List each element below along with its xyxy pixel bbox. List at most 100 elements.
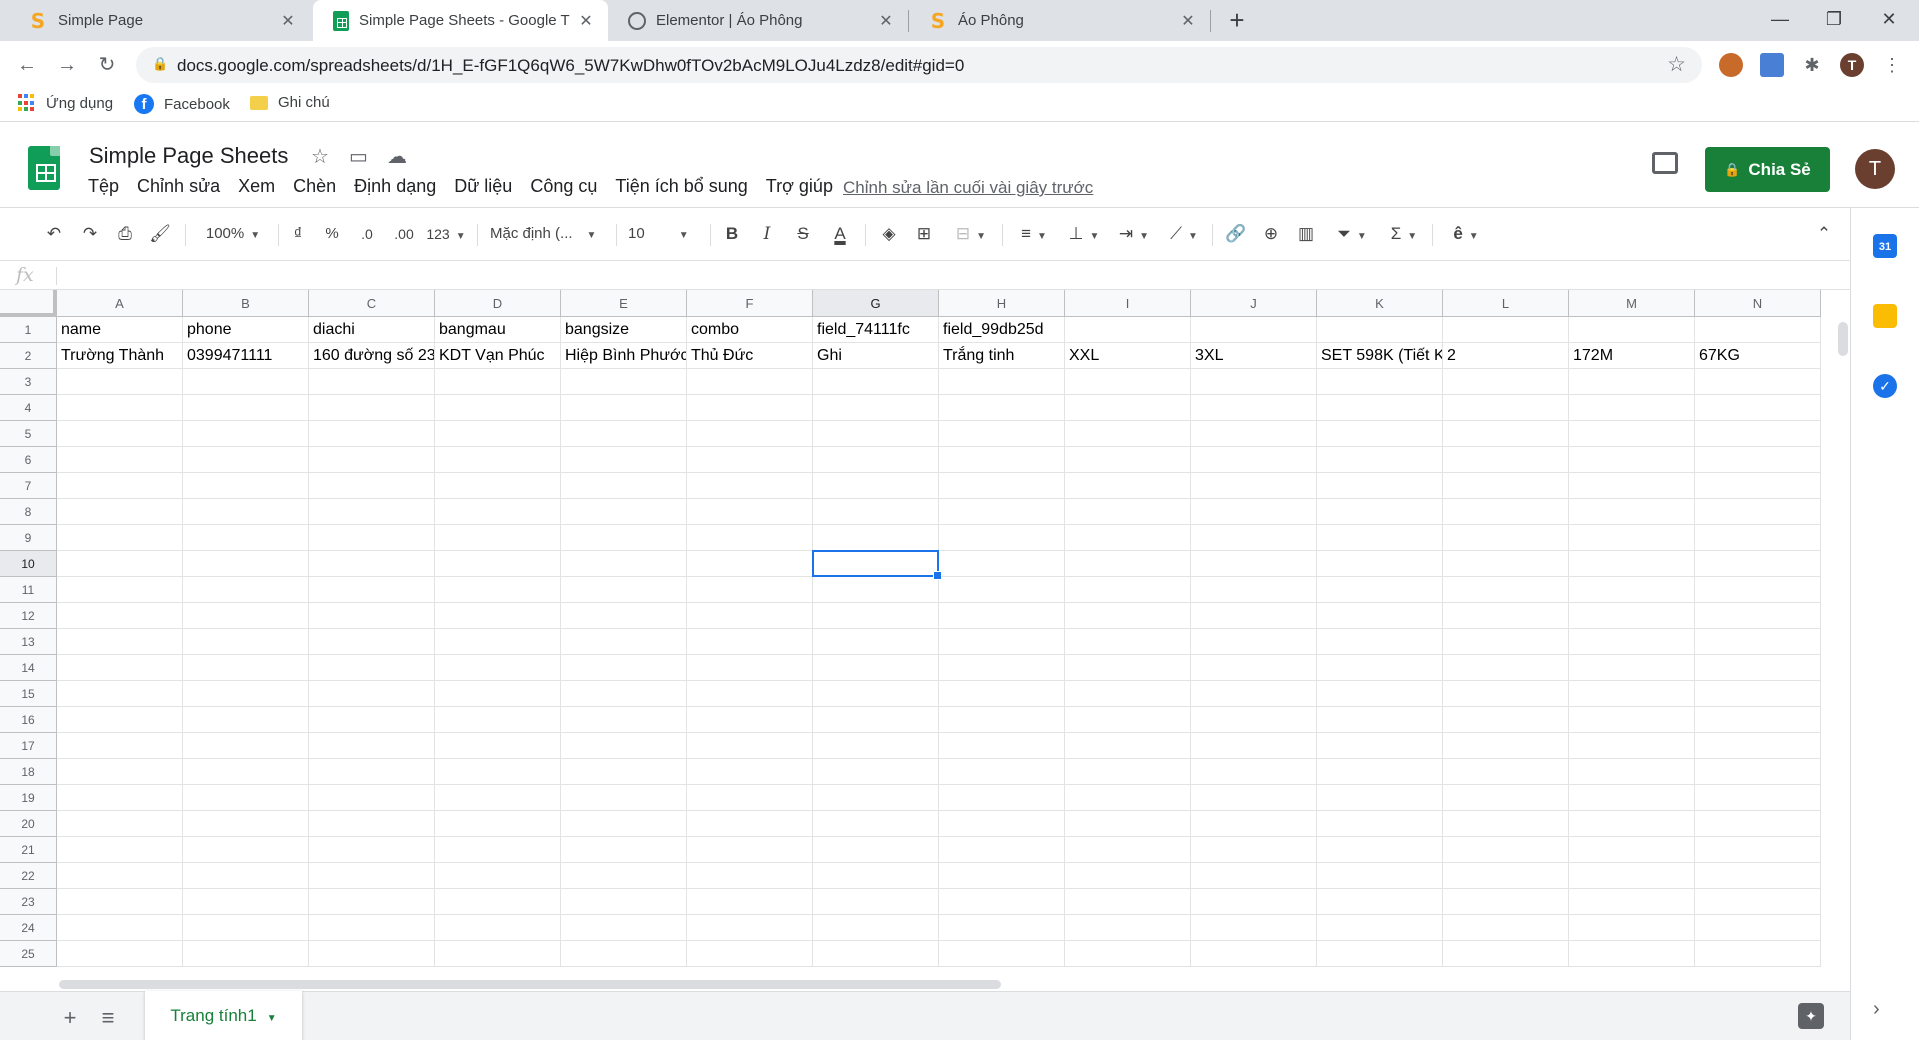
cell-f11[interactable]	[687, 577, 813, 603]
cell-g4[interactable]	[813, 395, 939, 421]
cell-f1[interactable]: combo	[687, 317, 813, 343]
cell-f16[interactable]	[687, 707, 813, 733]
row-header-22[interactable]: 22	[0, 863, 57, 889]
cell-d6[interactable]	[435, 447, 561, 473]
cell-b4[interactable]	[183, 395, 309, 421]
text-wrap-icon[interactable]: ⇥ ▼	[1114, 220, 1154, 248]
cell-b24[interactable]	[183, 915, 309, 941]
menu-file[interactable]: Tệp	[88, 176, 119, 197]
cell-a1[interactable]: name	[57, 317, 183, 343]
cell-l20[interactable]	[1443, 811, 1569, 837]
cell-l10[interactable]	[1443, 551, 1569, 577]
cell-c10[interactable]	[309, 551, 435, 577]
cell-a20[interactable]	[57, 811, 183, 837]
row-header-13[interactable]: 13	[0, 629, 57, 655]
cell-k24[interactable]	[1317, 915, 1443, 941]
cell-c7[interactable]	[309, 473, 435, 499]
column-header-b[interactable]: B	[183, 290, 309, 317]
bookmark-apps[interactable]: Ứng dụng	[18, 94, 113, 112]
more-formats-button[interactable]: 123 ▼	[424, 220, 468, 248]
cell-g2[interactable]: Ghi	[813, 343, 939, 369]
cell-e22[interactable]	[561, 863, 687, 889]
cell-n7[interactable]	[1695, 473, 1821, 499]
explore-icon[interactable]: ✦	[1798, 1003, 1824, 1029]
column-header-c[interactable]: C	[309, 290, 435, 317]
cell-c17[interactable]	[309, 733, 435, 759]
cell-g6[interactable]	[813, 447, 939, 473]
cell-c13[interactable]	[309, 629, 435, 655]
cell-g15[interactable]	[813, 681, 939, 707]
cell-a11[interactable]	[57, 577, 183, 603]
column-header-k[interactable]: K	[1317, 290, 1443, 317]
cell-h14[interactable]	[939, 655, 1065, 681]
cell-k20[interactable]	[1317, 811, 1443, 837]
menu-edit[interactable]: Chỉnh sửa	[137, 176, 220, 197]
cell-i21[interactable]	[1065, 837, 1191, 863]
cell-i7[interactable]	[1065, 473, 1191, 499]
share-button[interactable]: 🔒 Chia Sẻ	[1705, 147, 1830, 192]
cell-g20[interactable]	[813, 811, 939, 837]
cell-d24[interactable]	[435, 915, 561, 941]
cell-g12[interactable]	[813, 603, 939, 629]
print-icon[interactable]: ⎙	[113, 220, 137, 248]
cell-j7[interactable]	[1191, 473, 1317, 499]
browser-tab-simple-page[interactable]: S Simple Page ✕	[8, 0, 310, 41]
cell-k13[interactable]	[1317, 629, 1443, 655]
cell-m4[interactable]	[1569, 395, 1695, 421]
google-sheets-logo-icon[interactable]	[28, 146, 60, 190]
cell-b21[interactable]	[183, 837, 309, 863]
cell-i16[interactable]	[1065, 707, 1191, 733]
cell-k8[interactable]	[1317, 499, 1443, 525]
move-folder-icon[interactable]: ▭	[349, 144, 368, 169]
cell-a15[interactable]	[57, 681, 183, 707]
cell-l8[interactable]	[1443, 499, 1569, 525]
functions-button[interactable]: Σ ▼	[1384, 220, 1424, 248]
forward-icon[interactable]: →	[53, 51, 81, 79]
column-header-d[interactable]: D	[435, 290, 561, 317]
cell-k15[interactable]	[1317, 681, 1443, 707]
cell-c24[interactable]	[309, 915, 435, 941]
select-all-corner[interactable]	[0, 290, 57, 317]
cell-l14[interactable]	[1443, 655, 1569, 681]
cell-c2[interactable]: 160 đường số 23	[309, 343, 435, 369]
cell-l22[interactable]	[1443, 863, 1569, 889]
cell-k3[interactable]	[1317, 369, 1443, 395]
text-rotation-icon[interactable]: ⟋ ▼	[1164, 220, 1204, 248]
reload-icon[interactable]: ↻	[93, 51, 121, 79]
cell-k2[interactable]: SET 598K (Tiết Kiệm)	[1317, 343, 1443, 369]
cell-d5[interactable]	[435, 421, 561, 447]
cell-f22[interactable]	[687, 863, 813, 889]
cell-e4[interactable]	[561, 395, 687, 421]
cell-l5[interactable]	[1443, 421, 1569, 447]
cell-j14[interactable]	[1191, 655, 1317, 681]
merge-cells-icon[interactable]: ⊟ ▼	[948, 220, 994, 248]
cell-j16[interactable]	[1191, 707, 1317, 733]
cell-d14[interactable]	[435, 655, 561, 681]
bookmark-facebook[interactable]: f Facebook	[134, 94, 230, 114]
cell-i3[interactable]	[1065, 369, 1191, 395]
column-header-a[interactable]: A	[57, 290, 183, 317]
insert-comment-icon[interactable]: ⊕	[1259, 220, 1283, 248]
horizontal-align-icon[interactable]: ≡ ▼	[1014, 220, 1054, 248]
zoom-select[interactable]: 100% ▼	[198, 220, 268, 248]
cell-l7[interactable]	[1443, 473, 1569, 499]
column-header-m[interactable]: M	[1569, 290, 1695, 317]
cell-g24[interactable]	[813, 915, 939, 941]
cell-i17[interactable]	[1065, 733, 1191, 759]
cookie-extension-icon[interactable]	[1719, 53, 1743, 77]
cell-n16[interactable]	[1695, 707, 1821, 733]
cell-h3[interactable]	[939, 369, 1065, 395]
close-window-button[interactable]: ✕	[1861, 0, 1917, 41]
cell-i12[interactable]	[1065, 603, 1191, 629]
cell-e24[interactable]	[561, 915, 687, 941]
row-header-19[interactable]: 19	[0, 785, 57, 811]
cell-j6[interactable]	[1191, 447, 1317, 473]
cell-c12[interactable]	[309, 603, 435, 629]
bookmark-star-icon[interactable]: ☆	[1667, 52, 1686, 77]
cell-g3[interactable]	[813, 369, 939, 395]
cell-k9[interactable]	[1317, 525, 1443, 551]
cell-h5[interactable]	[939, 421, 1065, 447]
add-sheet-icon[interactable]: +	[56, 1004, 84, 1032]
cell-b9[interactable]	[183, 525, 309, 551]
cell-m2[interactable]: 172M	[1569, 343, 1695, 369]
